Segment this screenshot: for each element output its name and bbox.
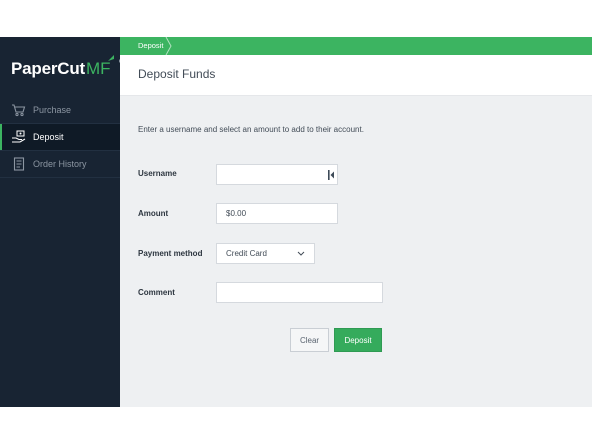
- amount-label: Amount: [138, 209, 169, 218]
- payment-method-label: Payment method: [138, 249, 203, 258]
- page-title: Deposit Funds: [138, 67, 216, 81]
- sidebar-nav: Purchase Deposit Order History: [0, 97, 120, 178]
- papercut-logo: PaperCut MF: [11, 53, 115, 79]
- hand-money-icon: [11, 130, 26, 145]
- sidebar-item-order-history[interactable]: Order History: [0, 151, 120, 178]
- sidebar: PaperCut MF Purchase Deposit Order Histo…: [0, 37, 123, 407]
- document-icon: [11, 157, 26, 172]
- comment-field[interactable]: [216, 282, 383, 303]
- username-field[interactable]: [216, 164, 338, 185]
- username-label: Username: [138, 169, 177, 178]
- chevron-down-icon: [297, 251, 305, 256]
- clear-button[interactable]: Clear: [290, 328, 329, 352]
- user-lookup-icon[interactable]: [328, 170, 334, 180]
- logo-text: PaperCut: [11, 59, 85, 78]
- app-window: PaperCut MF Purchase Deposit Order Histo…: [0, 37, 592, 407]
- payment-method-select[interactable]: Credit Card: [216, 243, 315, 264]
- amount-field[interactable]: $0.00: [216, 203, 338, 224]
- sidebar-item-label: Order History: [33, 159, 87, 169]
- sidebar-item-purchase[interactable]: Purchase: [0, 97, 120, 124]
- sidebar-item-deposit[interactable]: Deposit: [0, 124, 120, 151]
- breadcrumb-separator-icon: [165, 37, 172, 55]
- breadcrumb-item-deposit[interactable]: Deposit: [138, 41, 163, 50]
- amount-value: $0.00: [226, 209, 247, 218]
- payment-method-value: Credit Card: [226, 249, 267, 258]
- breadcrumb: Deposit: [120, 37, 592, 55]
- form-instructions: Enter a username and select an amount to…: [138, 125, 364, 134]
- cart-icon: [11, 103, 26, 118]
- logo-suffix: MF: [85, 59, 111, 78]
- comment-label: Comment: [138, 288, 175, 297]
- leaf-icon: [108, 55, 114, 61]
- deposit-button[interactable]: Deposit: [334, 328, 382, 352]
- sidebar-item-label: Purchase: [33, 105, 72, 115]
- deposit-form: Enter a username and select an amount to…: [120, 96, 592, 407]
- page-header: Deposit Funds: [120, 55, 592, 96]
- main-panel: Deposit Deposit Funds Enter a username a…: [120, 37, 592, 407]
- sidebar-item-label: Deposit: [33, 132, 64, 142]
